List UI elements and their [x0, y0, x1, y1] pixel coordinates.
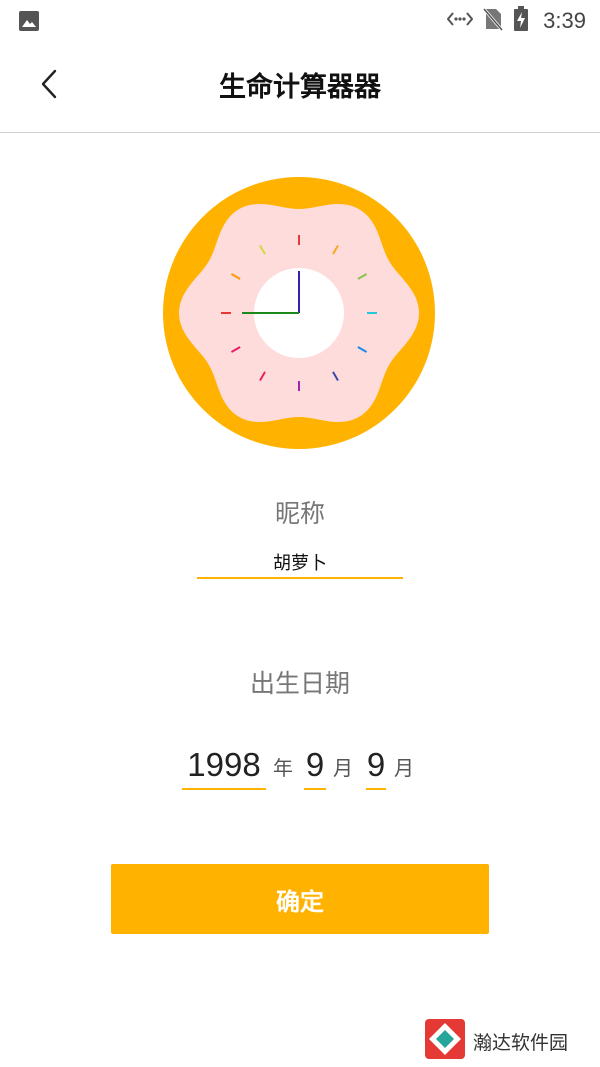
month-input[interactable]: [304, 742, 326, 790]
app-bar: 生命计算器器: [0, 42, 600, 133]
watermark-text: 瀚达软件园: [473, 1031, 569, 1054]
image-icon: [18, 10, 40, 36]
chevron-left-icon: [40, 69, 60, 103]
back-button[interactable]: [28, 64, 72, 108]
battery-charging-icon: [513, 6, 529, 36]
status-bar: 3:39: [0, 0, 600, 42]
birth-date-label: 出生日期: [249, 669, 350, 698]
year-unit: 年: [273, 756, 293, 780]
birth-date-row: 年 月 月: [0, 742, 600, 798]
nickname-label: 昵称: [274, 499, 325, 528]
page-title: 生命计算器器: [219, 72, 381, 103]
confirm-button[interactable]: 确定: [111, 864, 489, 934]
day-unit: 月: [394, 756, 414, 780]
status-icons: 3:39: [446, 6, 586, 36]
no-sim-icon: [483, 7, 504, 35]
month-unit: 月: [333, 756, 353, 780]
status-time: 3:39: [543, 8, 586, 33]
day-input[interactable]: [366, 742, 386, 790]
watermark-logo: [423, 1017, 467, 1065]
watermark: 瀚达软件园: [423, 1019, 568, 1063]
data-transfer-icon: [446, 10, 474, 32]
year-input[interactable]: [182, 742, 266, 790]
donut-clock: [163, 177, 435, 449]
nickname-input[interactable]: [197, 547, 403, 579]
